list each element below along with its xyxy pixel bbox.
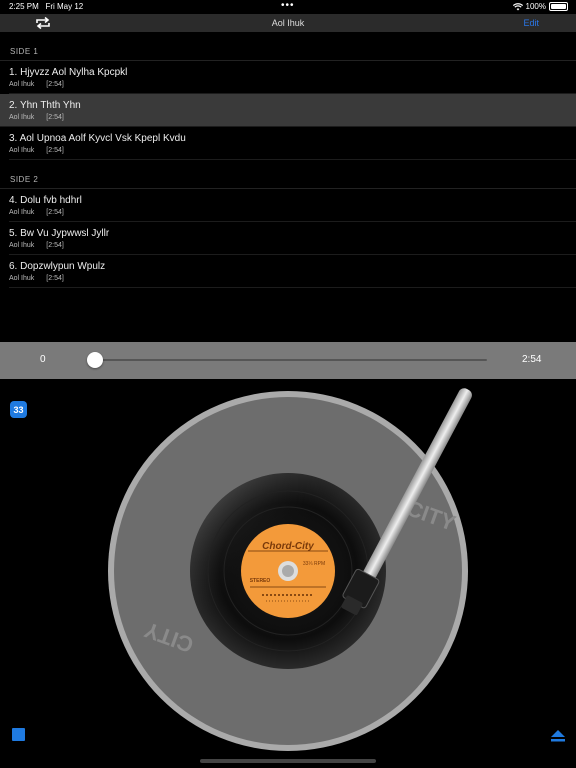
track-meta: Aol Ihuk [2:54] (9, 242, 64, 249)
track-list[interactable]: SIDE 1 1. Hjyvzz Aol Nylha Kpcpkl Aol Ih… (0, 32, 576, 342)
playback-scrubber: 0 2:54 (0, 342, 576, 379)
turntable[interactable]: CITY CITY Chord-City 33⅓ RPM STEREO (0, 379, 576, 768)
track-row-2[interactable]: 2. Yhn Thth Yhn Aol Ihuk [2:54] (0, 94, 576, 127)
track-row-6[interactable]: 6. Dopzwlypun Wpulz Aol Ihuk [2:54] (9, 255, 576, 288)
side-1-header: SIDE 1 (0, 32, 576, 61)
track-meta: Aol Ihuk [2:54] (9, 209, 64, 216)
scrubber-knob[interactable] (87, 352, 103, 368)
track-meta: Aol Ihuk [2:54] (9, 114, 64, 121)
track-title: 4. Dolu fvb hdhrl (9, 195, 82, 206)
track-title: 1. Hjyvzz Aol Nylha Kpcpkl (9, 67, 128, 78)
multitasking-dots[interactable]: ••• (281, 0, 295, 11)
wifi-icon (512, 2, 523, 10)
track-row-4[interactable]: 4. Dolu fvb hdhrl Aol Ihuk [2:54] (9, 189, 576, 222)
status-bar: 2:25 PM Fri May 12 ••• 100% (0, 0, 576, 14)
label-brand: Chord-City (262, 541, 314, 552)
album-title: Aol Ihuk (271, 18, 305, 28)
track-meta: Aol Ihuk [2:54] (9, 147, 64, 154)
stop-button[interactable] (12, 728, 25, 741)
turntable-area: CITY CITY Chord-City 33⅓ RPM STEREO 33 (0, 379, 576, 768)
elapsed-time: 0 (40, 354, 46, 365)
edit-button[interactable]: Edit (523, 18, 539, 28)
total-time: 2:54 (522, 354, 542, 365)
track-title: 3. Aol Upnoa Aolf Kyvcl Vsk Kpepl Kvdu (9, 133, 186, 144)
label-rpm: 33⅓ RPM (303, 561, 325, 567)
nav-bar: Aol Ihuk Edit (0, 14, 576, 32)
status-time: 2:25 PM Fri May 12 (9, 2, 84, 11)
battery-icon (549, 2, 568, 11)
track-meta: Aol Ihuk [2:54] (9, 275, 64, 282)
home-indicator (200, 759, 376, 763)
status-right: 100% (512, 2, 568, 11)
track-title: 6. Dopzwlypun Wpulz (9, 261, 106, 272)
track-row-3[interactable]: 3. Aol Upnoa Aolf Kyvcl Vsk Kpepl Kvdu A… (9, 127, 576, 160)
track-row-1[interactable]: 1. Hjyvzz Aol Nylha Kpcpkl Aol Ihuk [2:54… (9, 61, 576, 94)
track-meta: Aol Ihuk [2:54] (9, 81, 64, 88)
battery-percent: 100% (525, 2, 546, 11)
side-2-header: SIDE 2 (0, 160, 576, 189)
track-title: 5. Bw Vu Jypwwsl Jyllr (9, 228, 110, 239)
scrubber-track[interactable] (95, 359, 487, 361)
rpm-toggle-button[interactable]: 33 (10, 401, 27, 418)
label-stereo: STEREO (250, 578, 271, 584)
track-title: 2. Yhn Thth Yhn (9, 100, 81, 111)
repeat-icon[interactable] (35, 16, 51, 30)
eject-icon[interactable] (550, 728, 566, 742)
track-row-5[interactable]: 5. Bw Vu Jypwwsl Jyllr Aol Ihuk [2:54] (9, 222, 576, 255)
